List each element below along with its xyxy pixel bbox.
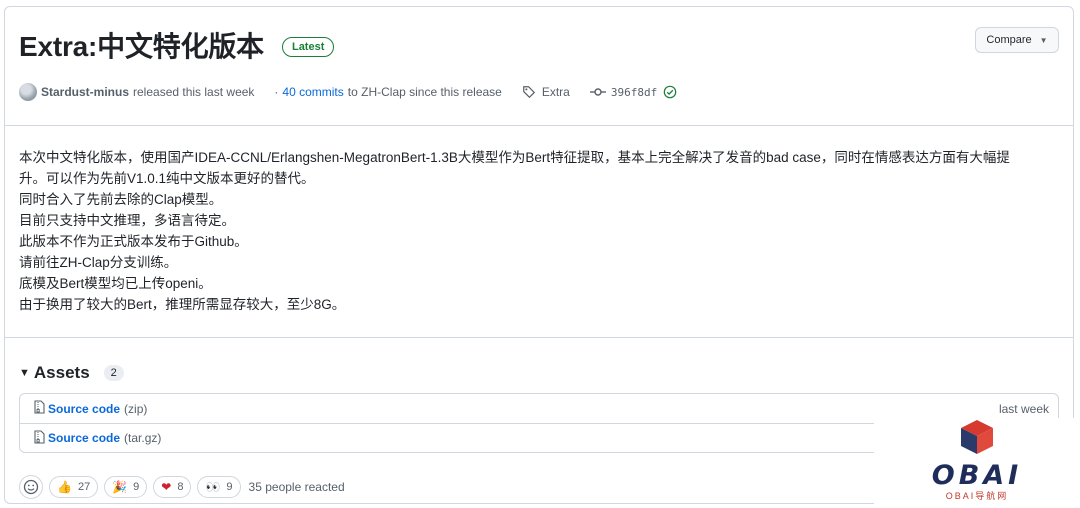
assets-divider [5, 337, 1073, 338]
tag-link[interactable]: Extra [542, 85, 570, 99]
release-meta: Stardust-minus released this last week ·… [19, 83, 677, 101]
eyes-icon: 👀 [205, 480, 221, 494]
add-reaction-button[interactable] [19, 475, 43, 499]
chevron-down-icon: ▼ [1039, 35, 1048, 45]
smiley-icon [23, 479, 39, 495]
compare-button[interactable]: Compare ▼ [975, 27, 1059, 53]
commit-icon [589, 85, 606, 99]
release-notes-line: 本次中文特化版本，使用国产IDEA-CCNL/Erlangshen-Megatr… [19, 150, 1010, 165]
release-notes-line: 此版本不作为正式版本发布于Github。 [19, 234, 248, 249]
asset-ext[interactable]: (zip) [124, 402, 147, 416]
commits-prefix: · [274, 85, 279, 99]
watermark-subtext: OBAI导航网 [945, 491, 1009, 501]
reactions-bar: 👍 27 🎉 9 ❤ 8 👀 9 35 people reacted [19, 475, 345, 499]
reaction-count: 9 [133, 481, 140, 493]
asset-ext[interactable]: (tar.gz) [124, 431, 161, 445]
release-notes-line: 由于换用了较大的Bert，推理所需显存较大，至少8G。 [19, 297, 346, 312]
reaction-count: 27 [77, 481, 91, 493]
header-divider [5, 125, 1073, 126]
asset-name-link[interactable]: Source code [48, 402, 120, 416]
avatar[interactable] [19, 83, 37, 101]
reaction-eyes[interactable]: 👀 9 [197, 476, 241, 498]
commit-hash[interactable]: 396f8df [611, 86, 657, 99]
latest-badge: Latest [281, 37, 335, 57]
release-notes-line: 目前只支持中文推理，多语言待定。 [19, 213, 235, 228]
release-title[interactable]: Extra:中文特化版本 [19, 25, 264, 65]
author-link[interactable]: Stardust-minus [41, 85, 129, 99]
party-popper-icon: 🎉 [112, 480, 128, 494]
release-notes-line: 同时合入了先前去除的Clap模型。 [19, 192, 223, 207]
asset-name-link[interactable]: Source code [48, 431, 120, 445]
compare-label: Compare [986, 34, 1032, 46]
cube-logo-icon [961, 420, 993, 454]
assets-title: Assets [33, 363, 90, 382]
commits-suffix: to ZH-Clap since this release [347, 85, 502, 99]
file-zip-icon [34, 429, 45, 447]
reaction-hooray[interactable]: 🎉 9 [104, 476, 148, 498]
asset-date: last week [998, 401, 1049, 416]
reaction-count: 9 [226, 481, 233, 493]
reaction-heart[interactable]: ❤ 8 [153, 476, 192, 498]
file-zip-icon [34, 400, 45, 417]
released-text: released this last week [133, 85, 255, 99]
verified-check-icon [663, 85, 677, 99]
reaction-thumbs-up[interactable]: 👍 27 [49, 476, 99, 498]
release-notes-line: 底模及Bert模型均已上传openi。 [19, 276, 212, 291]
heart-icon: ❤ [161, 480, 172, 494]
thumbs-up-icon: 👍 [57, 480, 72, 494]
commits-link[interactable]: 40 commits [282, 85, 343, 99]
reaction-count: 8 [177, 481, 184, 493]
release-notes: 本次中文特化版本，使用国产IDEA-CCNL/Erlangshen-Megatr… [19, 147, 1055, 315]
title-row: Extra:中文特化版本 Latest [19, 25, 1059, 65]
release-notes-line: 升。可以作为先前V1.0.1纯中文版本更好的替代。 [19, 171, 315, 186]
watermark-text: OBAI [931, 460, 1023, 491]
obai-watermark: OBAI OBAI导航网 [874, 418, 1080, 508]
assets-count-badge: 2 [103, 365, 124, 381]
release-header: Extra:中文特化版本 Latest Compare ▼ Stardust-m… [19, 25, 1059, 125]
assets-toggle[interactable]: ▼ Assets 2 [19, 363, 124, 383]
tag-icon [522, 85, 536, 99]
reactions-summary: 35 people reacted [248, 480, 345, 494]
release-notes-line: 请前往ZH-Clap分支训练。 [19, 255, 178, 270]
triangle-down-icon: ▼ [19, 367, 30, 379]
